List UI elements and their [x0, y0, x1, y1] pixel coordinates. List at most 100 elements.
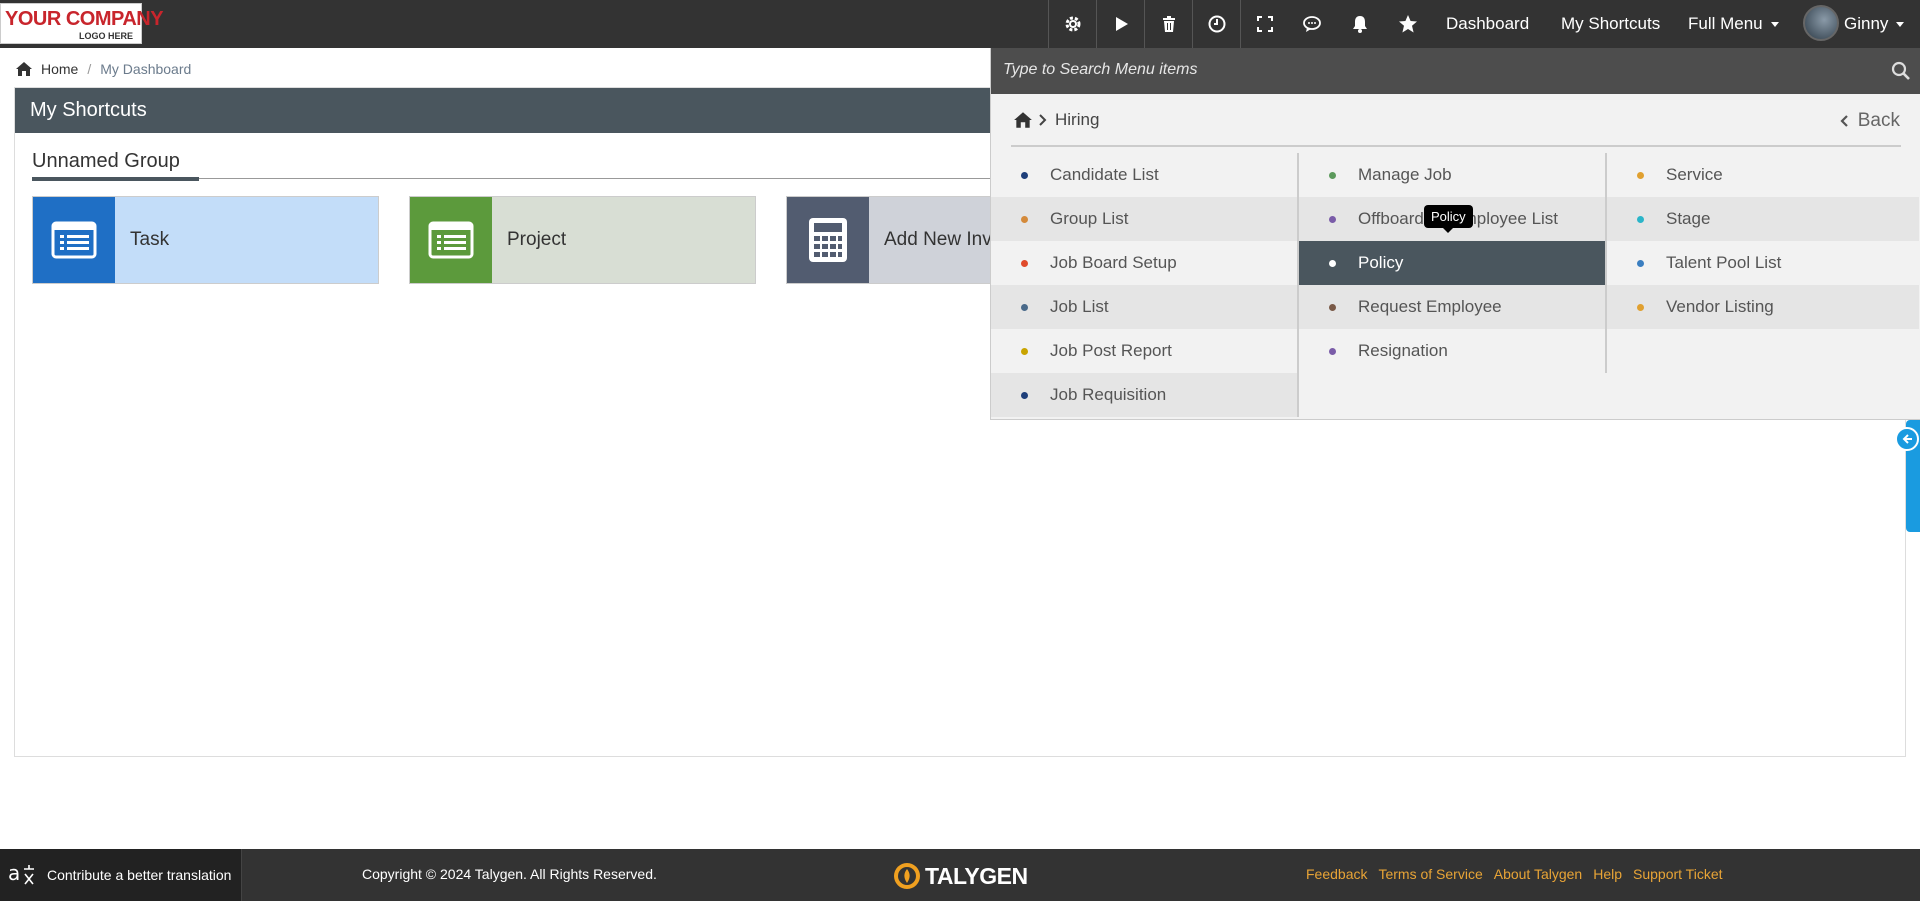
nav-my-shortcuts[interactable]: My Shortcuts: [1561, 0, 1660, 48]
menu-divider: [1011, 145, 1901, 147]
bullet-icon: [1329, 259, 1336, 267]
tile-icon-bg: [410, 197, 492, 283]
tile-icon-bg: [33, 197, 115, 283]
nav-my-shortcuts-label: My Shortcuts: [1561, 14, 1661, 33]
menu-item[interactable]: Manage Job: [1299, 153, 1605, 197]
bullet-icon: [1021, 259, 1028, 267]
translate-icon: a: [8, 861, 34, 885]
chevron-left-icon: [1840, 115, 1848, 127]
bullet-icon: [1637, 215, 1644, 223]
arrow-left-circle-icon[interactable]: [1895, 427, 1919, 451]
talygen-logo: TALYGEN: [892, 861, 1028, 891]
menu-item-label: Candidate List: [1050, 165, 1159, 184]
menu-item[interactable]: Candidate List: [991, 153, 1297, 197]
translate-button[interactable]: a Contribute a better translation: [0, 849, 242, 901]
tile-icon-bg: [787, 197, 869, 283]
breadcrumb-separator: /: [87, 61, 92, 77]
breadcrumb-current: My Dashboard: [100, 61, 192, 77]
menu-breadcrumb-current: Hiring: [1055, 110, 1100, 129]
menu-item[interactable]: Vendor Listing: [1607, 285, 1919, 329]
top-bar: YOUR COMPANY LOGO HERE Dashboard My Shor…: [0, 0, 1920, 48]
menu-item-label: Group List: [1050, 209, 1129, 228]
menu-item-label: Talent Pool List: [1666, 253, 1782, 272]
bullet-icon: [1021, 303, 1028, 311]
nav-full-menu[interactable]: Full Menu: [1688, 0, 1779, 48]
group-title[interactable]: Unnamed Group: [32, 150, 180, 173]
list-icon: [428, 221, 474, 259]
copyright-text: Copyright © 2024 Talygen. All Rights Res…: [362, 866, 657, 882]
menu-item[interactable]: Job Requisition: [991, 373, 1297, 417]
avatar[interactable]: [1803, 5, 1839, 41]
menu-item-label: Job Requisition: [1050, 385, 1167, 404]
list-icon: [51, 221, 97, 259]
footer-link-support-ticket[interactable]: Support Ticket: [1633, 866, 1723, 882]
menu-item[interactable]: Request Employee: [1299, 285, 1605, 329]
nav-dashboard[interactable]: Dashboard: [1446, 0, 1529, 48]
star-icon[interactable]: [1384, 0, 1432, 48]
menu-item[interactable]: Job List: [991, 285, 1297, 329]
menu-item[interactable]: Group List: [991, 197, 1297, 241]
menu-item[interactable]: Job Post Report: [991, 329, 1297, 373]
menu-column-3: Service Stage Talent Pool List Vendor Listi…: [1607, 153, 1919, 329]
nav-dashboard-label: Dashboard: [1446, 14, 1530, 33]
home-icon[interactable]: [15, 61, 33, 77]
footer-link-feedback[interactable]: Feedback: [1306, 866, 1367, 882]
user-name: Ginny: [1844, 14, 1889, 33]
menu-search[interactable]: Type to Search Menu items: [991, 48, 1920, 94]
breadcrumb-home[interactable]: Home: [41, 61, 78, 77]
logo-line2: LOGO HERE: [78, 31, 133, 41]
menu-column-2: Manage Job Offboarding Employee List Polic…: [1299, 153, 1605, 373]
bullet-icon: [1637, 303, 1644, 311]
shortcut-tile-project[interactable]: Project: [409, 196, 756, 284]
menu-item-label: Policy: [1358, 253, 1404, 272]
footer-link-terms[interactable]: Terms of Service: [1378, 866, 1482, 882]
tile-label: Project: [507, 229, 567, 250]
chat-icon[interactable]: [1288, 0, 1336, 48]
footer: a Contribute a better translation Copyri…: [0, 849, 1920, 901]
bullet-icon: [1021, 215, 1028, 223]
trash-icon[interactable]: [1144, 0, 1192, 48]
menu-item-label: Resignation: [1358, 341, 1448, 360]
menu-item-label: Service: [1666, 165, 1723, 184]
talygen-logo-text: TALYGEN: [925, 862, 1028, 889]
menu-search-input[interactable]: Type to Search Menu items: [1003, 61, 1197, 79]
bullet-icon: [1637, 259, 1644, 267]
toolbar-icons: [1048, 0, 1432, 48]
menu-back-button[interactable]: Back: [1838, 110, 1900, 132]
menu-item[interactable]: Stage: [1607, 197, 1919, 241]
home-icon[interactable]: [1013, 111, 1033, 129]
tooltip: Policy: [1424, 205, 1473, 233]
menu-item-label: Job Post Report: [1050, 341, 1172, 360]
play-icon[interactable]: [1096, 0, 1144, 48]
menu-item[interactable]: Service: [1607, 153, 1919, 197]
expand-icon[interactable]: [1240, 0, 1288, 48]
gear-icon[interactable]: [1048, 0, 1096, 48]
search-icon[interactable]: [1891, 61, 1911, 81]
footer-link-about[interactable]: About Talygen: [1494, 866, 1582, 882]
chevron-down-icon: [1770, 21, 1779, 27]
menu-item-label: Job List: [1050, 297, 1109, 316]
menu-item-label: Stage: [1666, 209, 1711, 228]
menu-item-label: Job Board Setup: [1050, 253, 1177, 272]
bullet-icon: [1329, 347, 1336, 355]
menu-item-label: Manage Job: [1358, 165, 1452, 184]
company-logo[interactable]: YOUR COMPANY LOGO HERE: [0, 3, 164, 44]
menu-item[interactable]: Talent Pool List: [1607, 241, 1919, 285]
bell-icon[interactable]: [1336, 0, 1384, 48]
menu-item[interactable]: Policy: [1299, 241, 1605, 285]
menu-item-label: Request Employee: [1358, 297, 1502, 316]
shortcut-tile-task[interactable]: Task: [32, 196, 379, 284]
bullet-icon: [1021, 171, 1028, 179]
bullet-icon: [1637, 171, 1644, 179]
menu-item[interactable]: Resignation: [1299, 329, 1605, 373]
user-menu[interactable]: Ginny: [1844, 0, 1905, 48]
footer-link-help[interactable]: Help: [1593, 866, 1622, 882]
bullet-icon: [1329, 303, 1336, 311]
menu-column-1: Candidate List Group List Job Board Setup J…: [991, 153, 1297, 417]
menu-item[interactable]: Job Board Setup: [991, 241, 1297, 285]
talygen-logo-icon: [894, 863, 920, 889]
clock-icon[interactable]: [1192, 0, 1240, 48]
full-menu-dropdown: Type to Search Menu items Hiring Back Ca…: [990, 48, 1920, 420]
logo-line1: YOUR COMPANY: [5, 8, 164, 30]
chevron-down-icon: [1896, 21, 1905, 27]
